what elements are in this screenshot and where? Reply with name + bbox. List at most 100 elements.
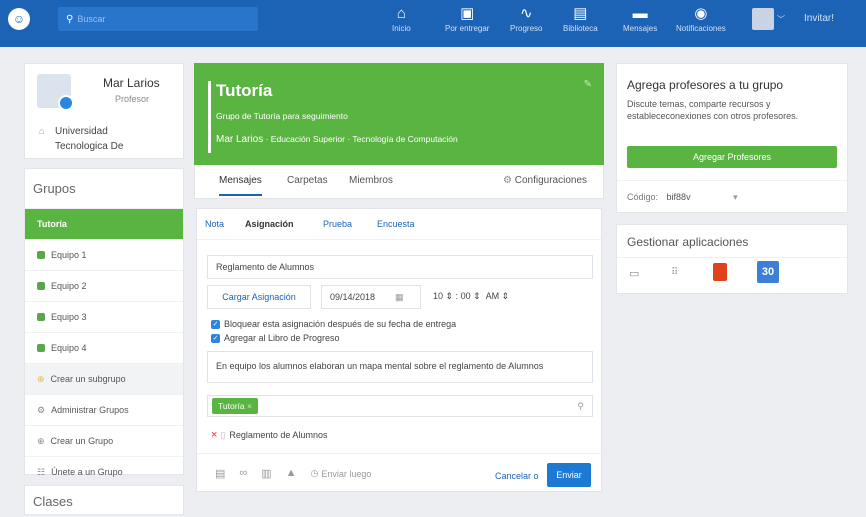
recipient-tag-label: Tutoría: [218, 401, 245, 411]
banner-accent: [208, 81, 211, 153]
profile-name[interactable]: Mar Larios: [103, 76, 160, 90]
sidebar-item-administrar-grupos[interactable]: ⚙ Administrar Grupos: [25, 394, 183, 425]
minute-select[interactable]: 00: [461, 291, 471, 301]
apps-grid-icon[interactable]: ⠿: [671, 267, 678, 278]
hour-select[interactable]: 10: [433, 291, 443, 301]
drive-icon[interactable]: ▲: [286, 467, 297, 480]
office-app-icon[interactable]: [713, 263, 727, 281]
sidebar-item-label: Administrar Grupos: [51, 405, 129, 415]
group-title: Tutoría: [216, 81, 273, 100]
tab-prueba[interactable]: Prueba: [323, 219, 352, 229]
app-logo[interactable]: ☺: [8, 8, 30, 30]
library-icon[interactable]: ▥: [261, 467, 271, 480]
nav-label: Mensajes: [623, 24, 658, 33]
sidebar-item-unete-grupo[interactable]: ☷ Únete a un Grupo: [25, 456, 183, 487]
assignment-title-input[interactable]: Reglamento de Alumnos: [207, 255, 593, 279]
link-icon[interactable]: ∞: [239, 467, 247, 480]
recipients-input[interactable]: Tutoría × ⚲: [207, 395, 593, 417]
description-textarea[interactable]: En equipo los alumnos elaboran un mapa m…: [207, 351, 593, 383]
clock-icon: ◷: [310, 468, 319, 478]
gear-icon: ⚙: [503, 175, 512, 186]
nav-notificaciones[interactable]: ◉ Notificaciones: [676, 4, 726, 33]
plus-circle-icon: ⊕: [37, 435, 45, 446]
chevron-down-icon[interactable]: ﹀: [777, 14, 785, 25]
send-later-label: Enviar luego: [321, 468, 372, 479]
sidebar-item-crear-grupo[interactable]: ⊕ Crear un Grupo: [25, 425, 183, 456]
tab-nota[interactable]: Nota: [205, 219, 224, 229]
nav-inicio[interactable]: ⌂ Inicio: [392, 4, 411, 33]
avatar[interactable]: [37, 74, 74, 111]
time-selector[interactable]: 10 ⇕ : 00 ⇕ AM ⇕: [433, 291, 509, 302]
tab-carpetas[interactable]: Carpetas: [287, 175, 328, 186]
gradebook-checkbox[interactable]: ✓ Agregar al Libro de Progreso: [211, 333, 340, 343]
nav-progreso[interactable]: ∿ Progreso: [510, 4, 542, 33]
settings-label: Configuraciones: [514, 175, 588, 186]
sidebar-item-equipo-4[interactable]: Equipo 4: [25, 332, 183, 363]
code-value[interactable]: bif88v: [667, 192, 691, 202]
send-button[interactable]: Enviar: [547, 463, 591, 487]
sidebar-item-label: Únete a un Grupo: [51, 467, 123, 477]
tab-miembros[interactable]: Miembros: [349, 175, 393, 186]
progress-icon: ∿: [519, 5, 533, 22]
ampm-select[interactable]: AM: [486, 291, 500, 301]
lock-after-due-checkbox[interactable]: ✓ Bloquear esta asignación después de su …: [211, 319, 456, 329]
nav-label: Notificaciones: [676, 24, 726, 33]
sidebar-item-label: Equipo 3: [51, 312, 87, 322]
attachment-name[interactable]: Reglamento de Alumnos: [229, 430, 327, 440]
nav-label: Inicio: [392, 24, 411, 33]
send-later-button[interactable]: ◷ Enviar luego: [311, 467, 372, 480]
due-date-input[interactable]: 09/14/2018 ▦: [321, 285, 421, 309]
recipient-tag[interactable]: Tutoría ×: [212, 398, 258, 414]
sidebar-item-equipo-3[interactable]: Equipo 3: [25, 301, 183, 332]
attach-file-icon[interactable]: ▤: [215, 467, 225, 480]
group-tabs: Mensajes Carpetas Miembros ⚙ Configuraci…: [194, 165, 604, 199]
plus-circle-icon: ⊕: [37, 373, 45, 384]
sidebar-item-tutoria[interactable]: Tutoría: [25, 208, 183, 239]
checkbox-label: Agregar al Libro de Progreso: [224, 333, 340, 343]
search-placeholder: Buscar: [77, 14, 106, 24]
sidebar-item-label: Crear un subgrupo: [50, 374, 126, 384]
group-meta-text: · Educación Superior · Tecnología de Com…: [263, 134, 458, 144]
apps-title: Gestionar aplicaciones: [627, 235, 749, 249]
remove-tag-icon[interactable]: ×: [247, 401, 252, 411]
apps-card: Gestionar aplicaciones ▭ ⠿ 30: [616, 224, 848, 294]
sidebar-item-label: Equipo 2: [51, 281, 87, 291]
nav-por-entregar[interactable]: ▣ Por entregar: [445, 4, 489, 33]
remove-attachment-icon[interactable]: ×: [211, 429, 217, 441]
load-assignment-button[interactable]: Cargar Asignación: [207, 285, 311, 309]
group-color-icon: [37, 313, 45, 321]
tab-mensajes[interactable]: Mensajes: [219, 175, 262, 196]
group-color-icon: [37, 251, 45, 259]
classes-title: Clases: [33, 494, 73, 509]
nav-mensajes[interactable]: ▬ Mensajes: [623, 4, 657, 33]
chevron-down-icon[interactable]: ▾: [733, 192, 738, 202]
cancel-link[interactable]: Cancelar o: [495, 471, 539, 481]
inbox-app-icon[interactable]: ▭: [629, 267, 639, 280]
divider: [617, 180, 847, 181]
sidebar-item-crear-subgrupo[interactable]: ⊕ Crear un subgrupo: [25, 363, 183, 394]
calendar-app-icon[interactable]: 30: [757, 261, 779, 283]
checkbox-checked-icon[interactable]: ✓: [211, 319, 220, 329]
school-name[interactable]: Universidad Tecnologica De: [55, 124, 123, 154]
nav-biblioteca[interactable]: ▤ Biblioteca: [563, 4, 598, 33]
groups-sidebar: Grupos Tutoría Equipo 1 Equipo 2 Equipo …: [24, 168, 184, 477]
group-color-icon: [37, 282, 45, 290]
search-input[interactable]: ⚲ Buscar: [58, 7, 258, 31]
profile-role: Profesor: [115, 94, 150, 104]
sidebar-item-equipo-1[interactable]: Equipo 1: [25, 239, 183, 270]
edit-pencil-icon[interactable]: ✎: [584, 79, 592, 90]
sidebar-item-equipo-2[interactable]: Equipo 2: [25, 270, 183, 301]
due-date-value: 09/14/2018: [330, 292, 376, 302]
tab-asignacion[interactable]: Asignación: [237, 219, 302, 229]
user-avatar[interactable]: [752, 8, 774, 30]
code-label: Código:: [627, 192, 659, 202]
invite-link[interactable]: Invitar!: [804, 13, 834, 24]
add-teachers-desc: Discute temas, comparte recursos y estab…: [627, 99, 799, 121]
tab-encuesta[interactable]: Encuesta: [377, 219, 415, 229]
school-line: Tecnologica De: [55, 141, 124, 152]
add-teachers-button[interactable]: Agregar Profesores: [627, 146, 837, 168]
calendar-icon[interactable]: ▦: [395, 292, 404, 303]
tab-configuraciones[interactable]: ⚙ Configuraciones: [503, 175, 587, 186]
checkbox-checked-icon[interactable]: ✓: [211, 333, 220, 343]
group-owner[interactable]: Mar Larios: [216, 134, 263, 145]
